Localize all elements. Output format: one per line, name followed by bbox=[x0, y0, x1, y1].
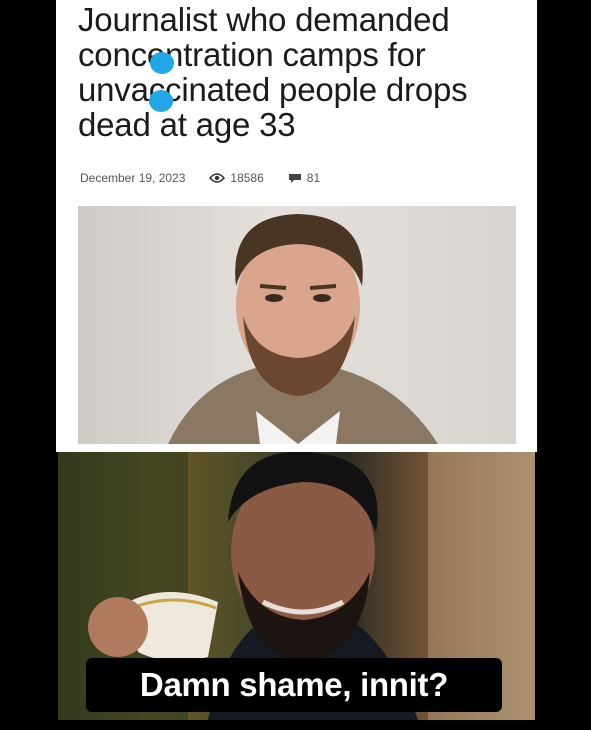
redaction-smudge bbox=[149, 90, 173, 112]
portrait-illustration bbox=[168, 214, 438, 444]
meme-caption: Damn shame, innit? bbox=[86, 658, 502, 712]
comment-icon bbox=[288, 173, 301, 183]
redaction-smudge bbox=[150, 52, 174, 74]
view-count: 18586 bbox=[209, 171, 264, 185]
article-date: December 19, 2023 bbox=[80, 171, 186, 185]
eye-icon bbox=[209, 173, 226, 183]
comment-count: 81 bbox=[288, 171, 320, 185]
article-panel: Journalist who demanded concentration ca… bbox=[56, 0, 537, 452]
article-photo bbox=[78, 206, 516, 444]
article-headline: Journalist who demanded concentration ca… bbox=[78, 1, 468, 143]
comment-count-value: 81 bbox=[306, 171, 321, 185]
meme-photo: Damn shame, innit? bbox=[58, 452, 535, 720]
view-count-value: 18586 bbox=[230, 171, 264, 185]
article-meta: December 19, 2023 18586 81 bbox=[80, 171, 320, 185]
